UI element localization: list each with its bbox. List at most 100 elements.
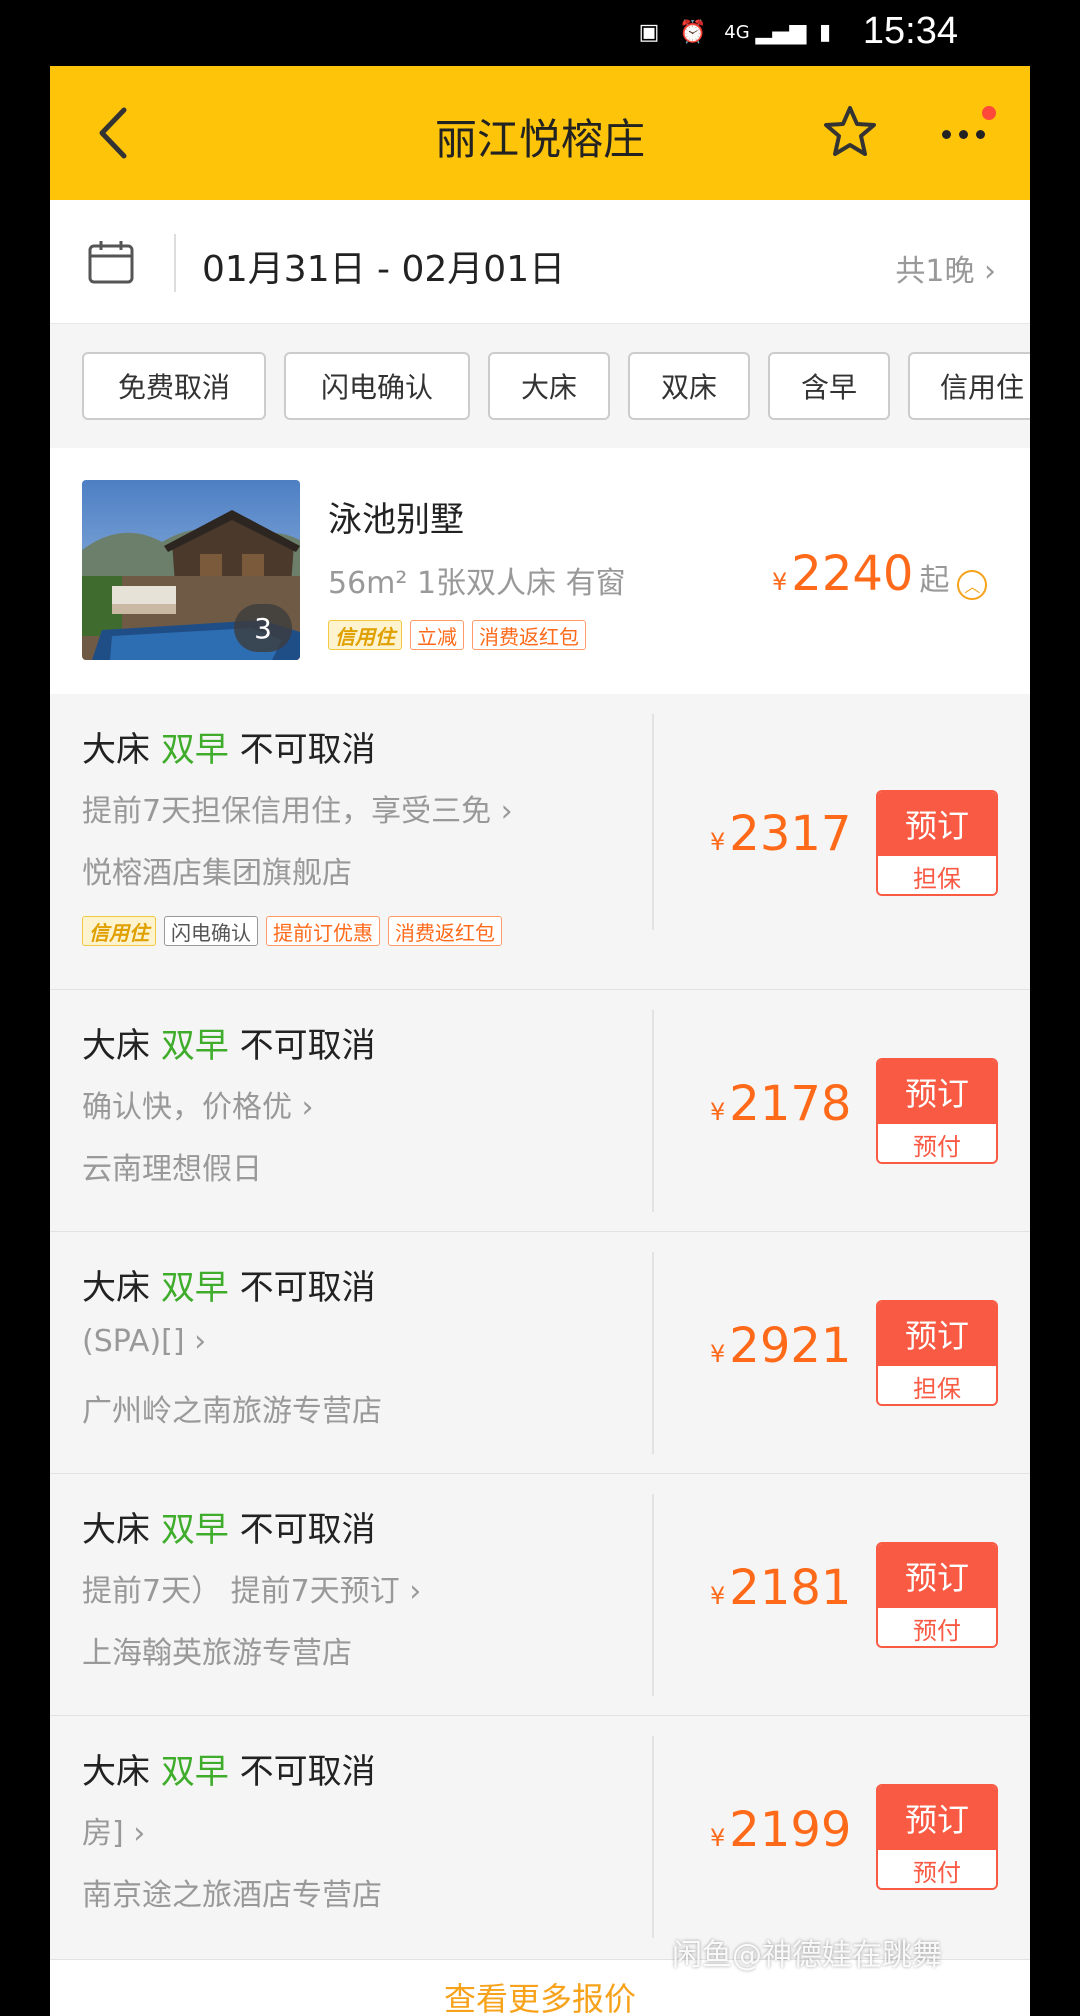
price-suffix: 起: [919, 563, 950, 598]
offer-breakfast: 双早: [160, 1510, 229, 1550]
pay-type: 担保: [878, 856, 996, 894]
filter-bar: 免费取消 闪电确认 大床 双床 含早 信用住: [50, 324, 1030, 448]
currency-symbol: ¥: [710, 1582, 726, 1610]
filter-instant-confirm[interactable]: 闪电确认: [284, 352, 470, 420]
offer-row[interactable]: 大床 双早 不可取消 房] › 南京途之旅酒店专营店 ¥ 2199 预订 预付: [50, 1716, 1030, 1960]
book-button[interactable]: 预订 担保: [876, 790, 998, 896]
filter-credit-stay[interactable]: 信用住: [908, 352, 1030, 420]
filter-breakfast[interactable]: 含早: [768, 352, 890, 420]
offer-price: ¥ 2178: [710, 1076, 851, 1132]
offer-divider: [652, 1252, 654, 1454]
stay-dates: 01月31日 - 02月01日: [202, 249, 566, 290]
filter-king-bed[interactable]: 大床: [488, 352, 610, 420]
notification-dot: [982, 106, 996, 120]
room-name: 泳池别墅: [328, 500, 464, 540]
currency-symbol: ¥: [710, 1824, 726, 1852]
header-bar: 丽江悦榕庄: [50, 66, 1030, 200]
offer-row[interactable]: 大床 双早 不可取消 (SPA)[] › 广州岭之南旅游专营店 ¥ 2921 预…: [50, 1232, 1030, 1474]
offer-bed: 大床: [82, 1752, 150, 1792]
price-value: 2181: [729, 1560, 852, 1616]
offer-shop: 上海翰英旅游专营店: [82, 1636, 352, 1671]
offer-price: ¥ 2921: [710, 1318, 851, 1374]
offer-cancel-policy: 不可取消: [239, 1026, 376, 1066]
room-spec: 56m² 1张双人床 有窗: [328, 566, 626, 601]
offer-bed: 大床: [82, 730, 150, 770]
room-card[interactable]: 3 泳池别墅 56m² 1张双人床 有窗 信用住 立减 消费返红包 ¥ 2240…: [50, 448, 1030, 694]
offer-price: ¥ 2181: [710, 1560, 851, 1616]
filter-twin-bed[interactable]: 双床: [628, 352, 750, 420]
screenshot-icon: ▣: [638, 19, 660, 45]
offer-bed: 大床: [82, 1268, 150, 1308]
offer-title: 大床 双早 不可取消: [82, 1502, 376, 1551]
offer-desc[interactable]: 提前7天） 提前7天预订 ›: [82, 1566, 421, 1610]
offer-cancel-policy: 不可取消: [239, 1510, 376, 1550]
offer-divider: [652, 1736, 654, 1938]
date-selector[interactable]: 01月31日 - 02月01日 共1晚 ›: [50, 200, 1030, 324]
filter-free-cancel[interactable]: 免费取消: [82, 352, 266, 420]
offer-price: ¥ 2199: [710, 1802, 851, 1858]
price-value: 2240: [791, 546, 914, 602]
signal-icon: ▂▄▆: [755, 19, 807, 45]
tag-red-packet: 消费返红包: [472, 620, 586, 650]
book-label: 预订: [878, 1060, 996, 1124]
currency-symbol: ¥: [772, 568, 788, 596]
book-label: 预订: [878, 1544, 996, 1608]
room-photo[interactable]: 3: [82, 480, 300, 660]
offer-row[interactable]: 大床 双早 不可取消 提前7天） 提前7天预订 › 上海翰英旅游专营店 ¥ 21…: [50, 1474, 1030, 1716]
offer-divider: [652, 1494, 654, 1696]
book-button[interactable]: 预订 预付: [876, 1058, 998, 1164]
book-button[interactable]: 预订 预付: [876, 1542, 998, 1648]
offer-row[interactable]: 大床 双早 不可取消 确认快，价格优 › 云南理想假日 ¥ 2178 预订 预付: [50, 990, 1030, 1232]
photo-count-badge: 3: [234, 604, 292, 652]
offer-shop: 悦榕酒店集团旗舰店: [82, 856, 352, 891]
tag-credit-stay: 信用住: [82, 916, 156, 946]
date-divider: [174, 234, 176, 292]
status-icons: ▣ ⏰ 4G ▂▄▆ ▮: [634, 14, 840, 50]
price-value: 2178: [729, 1076, 852, 1132]
offer-tags: 信用住 闪电确认 提前订优惠 消费返红包: [82, 916, 502, 946]
pay-type: 预付: [878, 1608, 996, 1646]
offer-divider: [652, 714, 654, 930]
currency-symbol: ¥: [710, 1098, 726, 1126]
book-label: 预订: [878, 792, 996, 856]
tag-instant-confirm: 闪电确认: [164, 916, 258, 946]
favorite-button[interactable]: [822, 104, 878, 160]
offer-title: 大床 双早 不可取消: [82, 1260, 376, 1309]
room-price: ¥ 2240 起 ︿: [772, 546, 988, 602]
chevron-up-circle-icon[interactable]: ︿: [957, 570, 988, 600]
nights-count[interactable]: 共1晚 ›: [895, 246, 996, 290]
alarm-icon: ⏰: [679, 19, 707, 45]
pay-type: 预付: [878, 1850, 996, 1888]
offer-bed: 大床: [82, 1026, 150, 1066]
offer-row[interactable]: 大床 双早 不可取消 提前7天担保信用住，享受三免 › 悦榕酒店集团旗舰店 信用…: [50, 694, 1030, 990]
page-title: 丽江悦榕庄: [434, 115, 645, 164]
offer-divider: [652, 1010, 654, 1212]
status-bar: ▣ ⏰ 4G ▂▄▆ ▮ 15:34: [0, 0, 1080, 66]
status-time: 15:34: [862, 10, 958, 52]
offer-shop: 南京途之旅酒店专营店: [82, 1878, 382, 1913]
offer-cancel-policy: 不可取消: [239, 730, 376, 770]
book-label: 预订: [878, 1786, 996, 1850]
offer-title: 大床 双早 不可取消: [82, 1018, 376, 1067]
offer-cancel-policy: 不可取消: [239, 1752, 376, 1792]
offer-breakfast: 双早: [160, 1752, 229, 1792]
price-value: 2199: [729, 1802, 852, 1858]
book-button[interactable]: 预订 预付: [876, 1784, 998, 1890]
hotel-detail-screen: 丽江悦榕庄 01月31日 - 02月01日 共1晚 › 免费取消 闪电确认 大床…: [50, 66, 1030, 2016]
currency-symbol: ¥: [710, 828, 726, 856]
offer-desc[interactable]: (SPA)[] ›: [82, 1324, 206, 1359]
more-button[interactable]: [936, 106, 996, 154]
tag-early-booking: 提前订优惠: [266, 916, 380, 946]
pay-type: 预付: [878, 1124, 996, 1162]
offer-price: ¥ 2317: [710, 806, 851, 862]
offer-bed: 大床: [82, 1510, 150, 1550]
book-button[interactable]: 预订 担保: [876, 1300, 998, 1406]
offer-desc[interactable]: 确认快，价格优 ›: [82, 1082, 314, 1126]
price-value: 2921: [729, 1318, 852, 1374]
offer-desc[interactable]: 房] ›: [82, 1808, 145, 1852]
star-icon: [824, 106, 876, 156]
offer-desc[interactable]: 提前7天担保信用住，享受三免 ›: [82, 786, 513, 830]
offer-title: 大床 双早 不可取消: [82, 722, 376, 771]
network-label: 4G: [724, 21, 750, 43]
offer-title: 大床 双早 不可取消: [82, 1744, 376, 1793]
